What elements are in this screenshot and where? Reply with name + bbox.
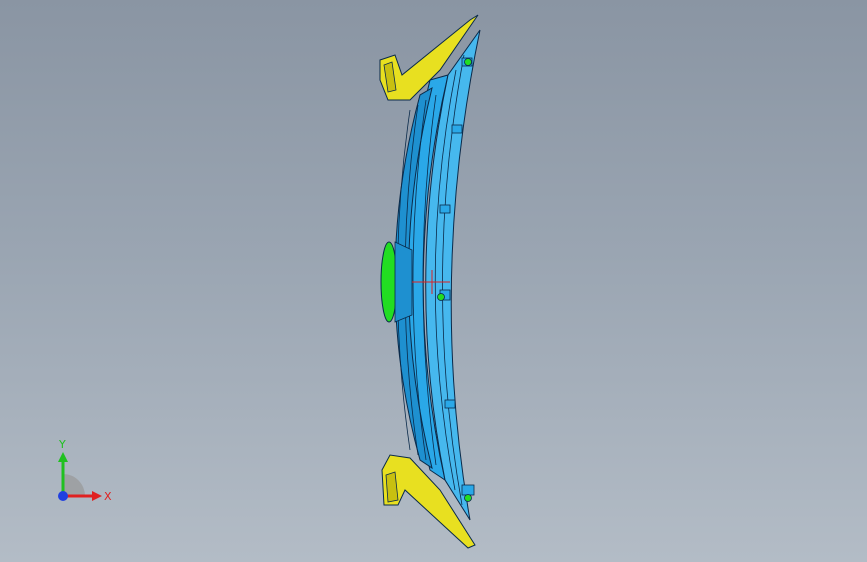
cad-model[interactable]	[0, 0, 867, 562]
coordinate-triad: Y X	[58, 438, 112, 503]
x-axis-arrow-icon	[92, 491, 102, 501]
graphics-viewport[interactable]: Y X	[0, 0, 867, 562]
y-axis-arrow-icon	[58, 452, 68, 462]
emblem-mount	[394, 241, 413, 323]
y-axis-label: Y	[58, 438, 66, 451]
x-axis-label: X	[104, 490, 112, 503]
z-axis-dot-icon	[58, 491, 68, 501]
